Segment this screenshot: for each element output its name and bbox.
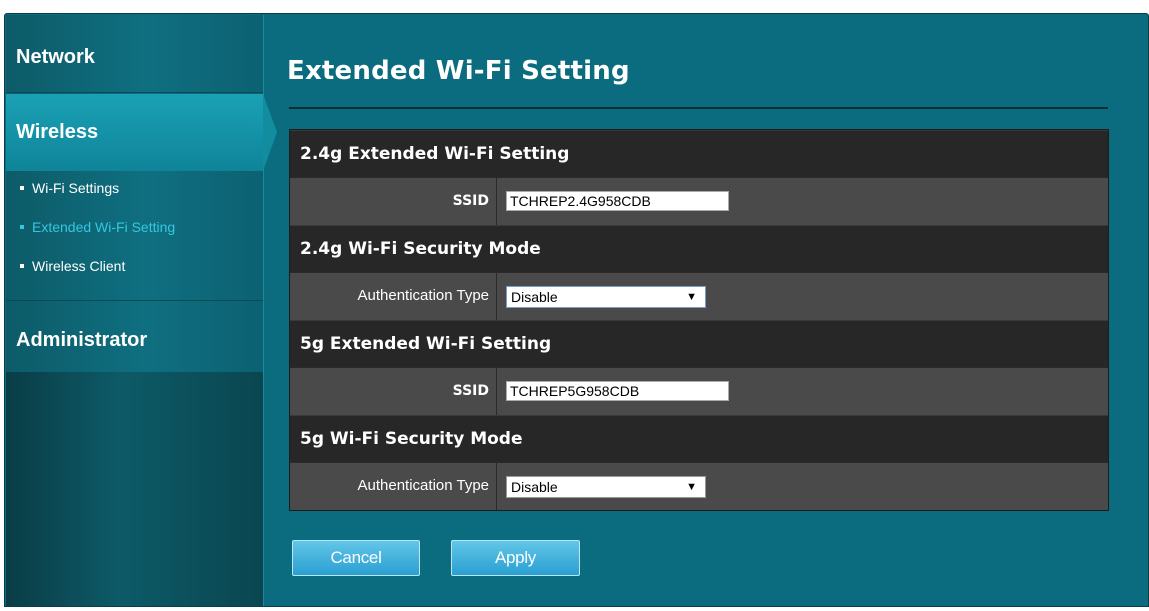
apply-button[interactable]: Apply: [451, 540, 580, 576]
row-5g-auth: Authentication Type Disable ▼: [290, 462, 1108, 510]
section-heading-5g-security: 5g Wi-Fi Security Mode: [290, 415, 1108, 462]
chevron-down-icon: ▼: [686, 291, 697, 303]
ssid-5g-input[interactable]: TCHREP5G958CDB: [506, 381, 729, 401]
field-label: SSID: [290, 178, 497, 225]
section-heading-24g-security: 2.4g Wi-Fi Security Mode: [290, 225, 1108, 272]
row-24g-ssid: SSID TCHREP2.4G958CDB: [290, 177, 1108, 225]
nav-administrator[interactable]: Administrator: [6, 300, 263, 372]
chevron-down-icon: ▼: [686, 481, 697, 493]
section-heading-24g-extended: 2.4g Extended Wi-Fi Setting: [290, 130, 1108, 177]
ssid-24g-input[interactable]: TCHREP2.4G958CDB: [506, 191, 729, 211]
title-divider: [289, 107, 1108, 109]
select-value: Disable: [511, 479, 558, 495]
section-heading-5g-extended: 5g Extended Wi-Fi Setting: [290, 320, 1108, 367]
wireless-submenu: Wi-Fi Settings Extended Wi-Fi Setting Wi…: [20, 179, 260, 296]
submenu-wifi-settings[interactable]: Wi-Fi Settings: [20, 179, 260, 218]
sidebar: Network Wireless Wi-Fi Settings Extended…: [6, 15, 277, 606]
field-label: Authentication Type: [290, 273, 497, 320]
submenu-extended-wifi-setting[interactable]: Extended Wi-Fi Setting: [20, 218, 260, 257]
row-24g-auth: Authentication Type Disable ▼: [290, 272, 1108, 320]
auth-type-5g-select[interactable]: Disable ▼: [506, 476, 706, 498]
field-label: Authentication Type: [290, 463, 497, 510]
field-label: SSID: [290, 368, 497, 415]
bullet-icon: [20, 186, 24, 190]
bullet-icon: [20, 225, 24, 229]
nav-wireless[interactable]: Wireless: [6, 94, 277, 171]
select-value: Disable: [511, 289, 558, 305]
settings-panel: 2.4g Extended Wi-Fi Setting SSID TCHREP2…: [289, 129, 1109, 511]
submenu-label: Extended Wi-Fi Setting: [32, 219, 176, 235]
bullet-icon: [20, 264, 24, 268]
submenu-label: Wi-Fi Settings: [32, 180, 120, 196]
submenu-wireless-client[interactable]: Wireless Client: [20, 257, 260, 296]
cancel-button[interactable]: Cancel: [292, 540, 420, 576]
sidebar-footer: [6, 372, 263, 606]
nav-network[interactable]: Network: [6, 15, 263, 93]
auth-type-24g-select[interactable]: Disable ▼: [506, 286, 706, 308]
submenu-label: Wireless Client: [32, 258, 126, 274]
page-title: Extended Wi-Fi Setting: [287, 56, 630, 86]
row-5g-ssid: SSID TCHREP5G958CDB: [290, 367, 1108, 415]
